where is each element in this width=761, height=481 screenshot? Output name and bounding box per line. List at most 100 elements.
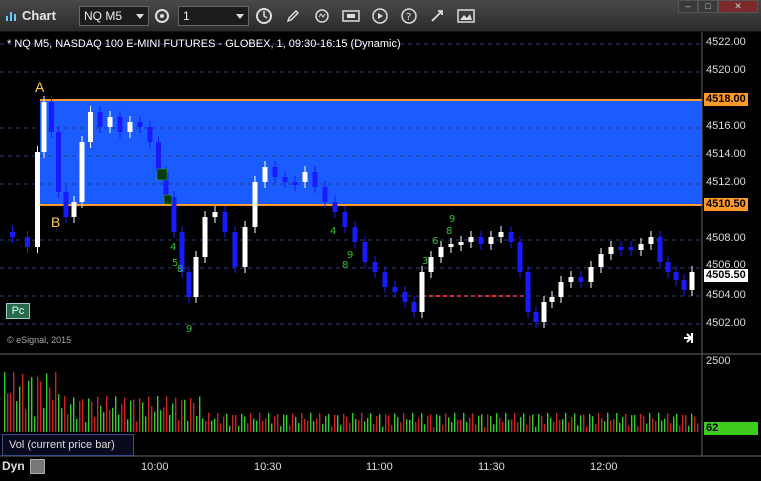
close-button[interactable]: ✕ — [718, 0, 758, 13]
volume-bar — [304, 418, 306, 432]
volume-bar — [427, 415, 429, 432]
volume-bar — [154, 411, 156, 432]
volume-bar — [349, 422, 351, 432]
volume-bar — [160, 410, 162, 432]
volume-bar — [19, 386, 21, 432]
volume-study-label[interactable]: Vol (current price bar) — [2, 434, 134, 456]
volume-bar — [115, 396, 117, 432]
price-tick: 4516.00 — [706, 120, 746, 132]
pencil-icon[interactable] — [282, 5, 304, 27]
volume-bar — [79, 400, 81, 432]
clock-icon[interactable] — [253, 5, 275, 27]
candle-body — [419, 272, 425, 312]
marker-box — [163, 194, 173, 205]
interval-select[interactable]: 1 — [178, 6, 249, 26]
volume-bar — [292, 413, 294, 432]
candle-body — [127, 122, 133, 132]
volume-bar — [346, 417, 348, 432]
refresh-icon[interactable] — [311, 5, 333, 27]
volume-bar — [133, 399, 135, 432]
volume-bar — [340, 425, 342, 432]
volume-bar — [376, 416, 378, 432]
image-icon[interactable] — [455, 5, 477, 27]
volume-bar — [169, 414, 171, 432]
lock-icon[interactable] — [30, 459, 45, 474]
maximize-button[interactable]: □ — [698, 0, 718, 13]
candle-body — [147, 127, 153, 142]
volume-bar — [148, 396, 150, 432]
volume-bar — [628, 425, 630, 432]
volume-bar — [619, 422, 621, 432]
volume-bar — [481, 414, 483, 432]
svg-text:8: 8 — [177, 264, 183, 275]
dyn-label[interactable]: Dyn — [2, 459, 25, 473]
volume-bar — [571, 417, 573, 432]
volume-bar — [322, 423, 324, 432]
candle-body — [648, 237, 654, 244]
dollar-icon[interactable] — [340, 5, 362, 27]
minimize-button[interactable]: – — [678, 0, 698, 13]
candle-body — [411, 302, 417, 312]
volume-bar — [259, 412, 261, 432]
volume-bar — [469, 417, 471, 432]
volume-bar — [175, 397, 177, 432]
candle-body — [588, 267, 594, 282]
chevron-down-icon — [136, 14, 144, 19]
volume-bar — [355, 419, 357, 432]
annotation-a: A — [35, 79, 45, 95]
volume-bar — [397, 417, 399, 432]
candle-body — [252, 182, 258, 227]
volume-bar — [394, 413, 396, 432]
candle-body — [402, 292, 408, 302]
candle-body — [558, 282, 564, 297]
volume-bar — [265, 418, 267, 432]
volume-bar — [697, 423, 699, 432]
volume-bar — [124, 397, 126, 432]
candle-body — [25, 237, 30, 247]
volume-bar — [109, 409, 111, 432]
link-icon[interactable] — [426, 5, 448, 27]
volume-bar — [445, 413, 447, 432]
volume-bar — [25, 409, 27, 432]
volume-bar — [316, 418, 318, 432]
volume-bar — [151, 406, 153, 432]
volume-bar — [655, 420, 657, 432]
volume-bar — [598, 413, 600, 432]
volume-bar — [187, 420, 189, 432]
volume-bar — [358, 420, 360, 432]
volume-bar — [310, 412, 312, 432]
volume-bar — [640, 413, 642, 432]
svg-text:8: 8 — [446, 226, 452, 237]
volume-bar — [685, 414, 687, 432]
candle-body — [137, 122, 143, 127]
volume-bar — [190, 397, 192, 432]
volume-bar — [343, 413, 345, 432]
volume-bar — [289, 425, 291, 432]
volume-bar — [646, 423, 648, 432]
volume-bar — [16, 401, 18, 432]
price-tick: 4514.00 — [706, 148, 746, 160]
help-icon[interactable]: ? — [398, 5, 420, 27]
candle-body — [568, 277, 574, 282]
volume-bar — [121, 403, 123, 432]
volume-bar — [58, 394, 60, 432]
volume-bar — [409, 419, 411, 432]
level-low-tag: 4510.50 — [704, 198, 748, 211]
volume-bar — [298, 422, 300, 432]
volume-bar — [307, 420, 309, 432]
candle-body — [79, 142, 85, 202]
volume-bar — [232, 414, 234, 432]
volume-bar — [388, 415, 390, 432]
candle-body — [97, 112, 103, 127]
volume-bar — [67, 413, 69, 432]
volume-bar — [463, 412, 465, 432]
volume-bar — [337, 415, 339, 432]
pc-button[interactable]: Pc — [6, 303, 30, 319]
volume-bar — [295, 416, 297, 432]
play-icon[interactable] — [369, 5, 391, 27]
volume-bar — [493, 424, 495, 432]
price-chart[interactable]: 4 5 8 9 4 9 8 3 6 8 9 — [0, 32, 761, 481]
settings-gear-icon[interactable] — [151, 5, 173, 27]
volume-bar — [688, 425, 690, 432]
symbol-select[interactable]: NQ M5 — [79, 6, 149, 26]
